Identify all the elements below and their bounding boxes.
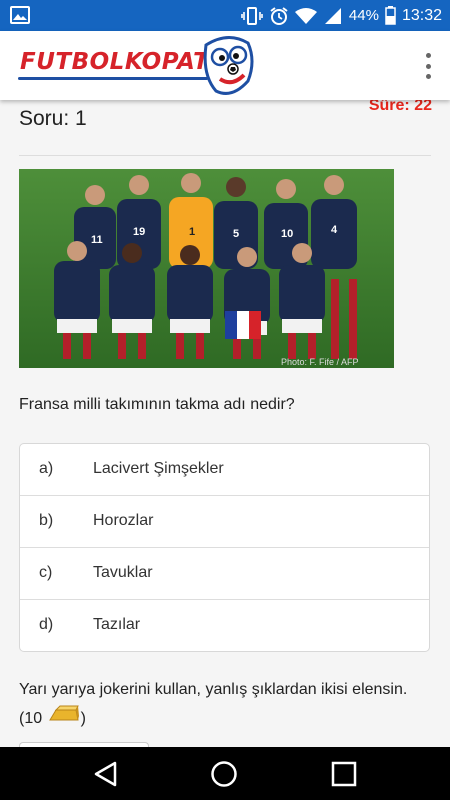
answer-text: Horozlar	[93, 512, 154, 529]
svg-text:1: 1	[189, 226, 195, 238]
answer-text: Lacivert Şimşekler	[93, 460, 224, 477]
mascot-icon	[203, 36, 254, 95]
divider	[19, 155, 431, 156]
answer-option-a[interactable]: a) Lacivert Şimşekler	[20, 444, 429, 496]
signal-icon	[323, 7, 343, 25]
answer-option-c[interactable]: c) Tavuklar	[20, 548, 429, 600]
status-bar: 44% 13:32	[0, 0, 450, 31]
answer-option-d[interactable]: d) Tazılar	[20, 600, 429, 651]
question-text: Fransa milli takımının takma adı nedir?	[19, 396, 295, 413]
answer-list: a) Lacivert Şimşekler b) Horozlar c) Tav…	[19, 443, 430, 652]
joker-description: Yarı yarıya jokerini kullan, yanlış şıkl…	[19, 675, 419, 734]
battery-percent: 44%	[348, 7, 379, 24]
answer-text: Tavuklar	[93, 564, 153, 581]
answer-text: Tazılar	[93, 616, 141, 633]
joker-text-end: )	[80, 710, 86, 728]
answer-letter: a)	[39, 460, 54, 477]
home-icon[interactable]	[210, 760, 238, 793]
recents-icon[interactable]	[330, 760, 358, 793]
app-bar: FUTBOLKOPAT	[0, 31, 450, 100]
svg-text:5: 5	[233, 228, 239, 240]
clock: 13:32	[401, 6, 442, 24]
svg-text:19: 19	[133, 226, 145, 238]
timer: Süre: 22	[368, 100, 432, 114]
question-photo: 11 19 1 5 10 4 Photo: F. Fife / AFP	[19, 169, 394, 368]
battery-icon	[385, 6, 396, 25]
answer-letter: c)	[39, 564, 53, 581]
svg-text:10: 10	[281, 228, 293, 240]
more-vert-icon[interactable]	[420, 53, 436, 79]
question-number: Soru: 1	[19, 107, 87, 130]
answer-letter: b)	[39, 512, 54, 529]
photo-credit: Photo: F. Fife / AFP	[281, 357, 359, 367]
vibrate-icon	[241, 6, 263, 25]
svg-text:11: 11	[91, 234, 103, 246]
wifi-icon	[294, 7, 317, 25]
gold-bar-icon	[48, 704, 80, 734]
navigation-bar	[0, 747, 450, 800]
back-icon[interactable]	[92, 760, 120, 793]
answer-letter: d)	[39, 616, 54, 633]
answer-option-b[interactable]: b) Horozlar	[20, 496, 429, 548]
quiz-content: Süre: 22 Soru: 1 11 19 1 5 10 4 Photo: F…	[0, 100, 450, 747]
logo-underline	[18, 77, 208, 80]
gallery-icon	[10, 6, 30, 29]
svg-text:4: 4	[331, 224, 338, 236]
app-logo[interactable]: FUTBOLKOPAT	[18, 36, 258, 99]
alarm-icon	[269, 6, 289, 26]
logo-text: FUTBOLKOPAT	[20, 49, 210, 75]
